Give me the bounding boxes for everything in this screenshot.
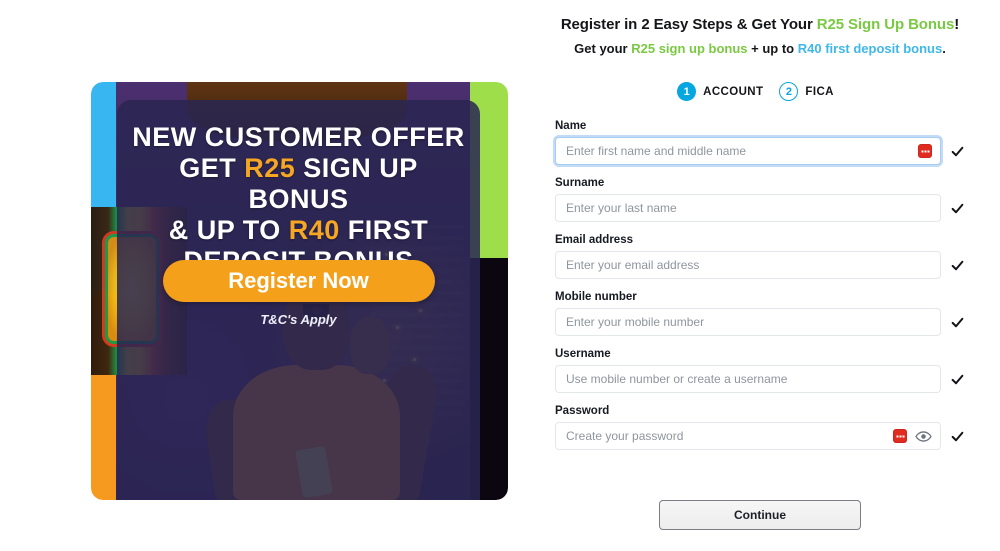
step-2-circle[interactable]: 2	[779, 82, 799, 101]
input-row-name	[555, 137, 985, 165]
step-1-circle[interactable]: 1	[677, 82, 697, 101]
input-row-password	[555, 422, 985, 450]
headline-highlight: R25 Sign Up Bonus	[816, 16, 955, 33]
subline-signup-bonus: R25 sign up bonus	[631, 41, 748, 56]
promo-copy-panel: NEW CUSTOMER OFFER GET R25 SIGN UP BONUS…	[117, 100, 480, 500]
username-input[interactable]	[556, 366, 940, 392]
promo-line-3-pre: & UP TO	[168, 215, 289, 245]
input-box-surname[interactable]	[555, 194, 941, 222]
email-input[interactable]	[556, 252, 940, 278]
eye-icon[interactable]	[915, 428, 932, 445]
promo-line-2: GET R25 SIGN UP BONUS	[127, 153, 470, 215]
continue-button-wrapper: Continue	[520, 500, 1000, 530]
promo-copy: NEW CUSTOMER OFFER GET R25 SIGN UP BONUS…	[117, 122, 480, 277]
password-input[interactable]	[556, 423, 893, 449]
checkmark-icon	[951, 374, 964, 384]
promo-line-2-pre: GET	[179, 153, 245, 183]
headline-post: !	[954, 16, 960, 33]
registration-form-column: Register in 2 Easy Steps & Get Your R25 …	[520, 0, 1000, 551]
subline-mid: + up to	[747, 41, 798, 56]
label-surname: Surname	[555, 177, 605, 189]
field-email: Email address	[555, 234, 985, 279]
input-box-password[interactable]	[555, 422, 941, 450]
input-box-name[interactable]	[555, 137, 941, 165]
checkmark-icon	[951, 203, 964, 213]
form-fields: Name Surname	[555, 120, 985, 462]
page-subheadline: Get your R25 sign up bonus + up to R40 f…	[520, 41, 1000, 56]
label-email: Email address	[555, 234, 633, 246]
field-name: Name	[555, 120, 985, 165]
registration-page: NEW CUSTOMER OFFER GET R25 SIGN UP BONUS…	[0, 0, 1000, 551]
password-manager-icon[interactable]	[918, 144, 932, 158]
checkmark-icon	[951, 146, 964, 156]
mobile-input[interactable]	[556, 309, 940, 335]
promo-line-3: & UP TO R40 FIRST	[127, 215, 470, 246]
field-username: Username	[555, 348, 985, 393]
subline-deposit-bonus: R40 first deposit bonus	[797, 41, 943, 56]
checkmark-icon	[951, 317, 964, 327]
field-surname: Surname	[555, 177, 985, 222]
field-mobile: Mobile number	[555, 291, 985, 336]
label-username: Username	[555, 348, 611, 360]
input-row-email	[555, 251, 985, 279]
promo-banner[interactable]: NEW CUSTOMER OFFER GET R25 SIGN UP BONUS…	[91, 82, 508, 500]
step-1-label: ACCOUNT	[703, 85, 764, 98]
checkmark-icon	[951, 260, 964, 270]
surname-input[interactable]	[556, 195, 940, 221]
promo-register-now-button[interactable]: Register Now	[162, 260, 435, 302]
input-box-email[interactable]	[555, 251, 941, 279]
promo-line-3-amount: R40	[288, 215, 340, 245]
subline-pre: Get your	[574, 41, 632, 56]
label-password: Password	[555, 405, 610, 417]
promo-line-1: NEW CUSTOMER OFFER	[127, 122, 470, 153]
promo-line-2-amount: R25	[244, 153, 296, 183]
input-row-surname	[555, 194, 985, 222]
promo-line-3-post: FIRST	[339, 215, 429, 245]
password-manager-icon[interactable]	[893, 429, 907, 443]
label-mobile: Mobile number	[555, 291, 637, 303]
continue-button[interactable]: Continue	[659, 500, 861, 530]
headline-pre: Register in 2 Easy Steps & Get Your	[560, 16, 817, 33]
input-box-mobile[interactable]	[555, 308, 941, 336]
page-headline: Register in 2 Easy Steps & Get Your R25 …	[520, 16, 1000, 33]
subline-post: .	[942, 41, 946, 56]
promo-line-1-text: NEW CUSTOMER OFFER	[132, 122, 465, 152]
field-password: Password	[555, 405, 985, 450]
name-input[interactable]	[556, 138, 918, 164]
label-name: Name	[555, 120, 587, 132]
input-box-username[interactable]	[555, 365, 941, 393]
step-2-label: FICA	[805, 85, 834, 98]
promo-terms-text: T&C's Apply	[260, 312, 337, 327]
input-row-mobile	[555, 308, 985, 336]
checkmark-icon	[951, 431, 964, 441]
step-indicator: 1 ACCOUNT 2 FICA	[520, 82, 1000, 101]
input-row-username	[555, 365, 985, 393]
